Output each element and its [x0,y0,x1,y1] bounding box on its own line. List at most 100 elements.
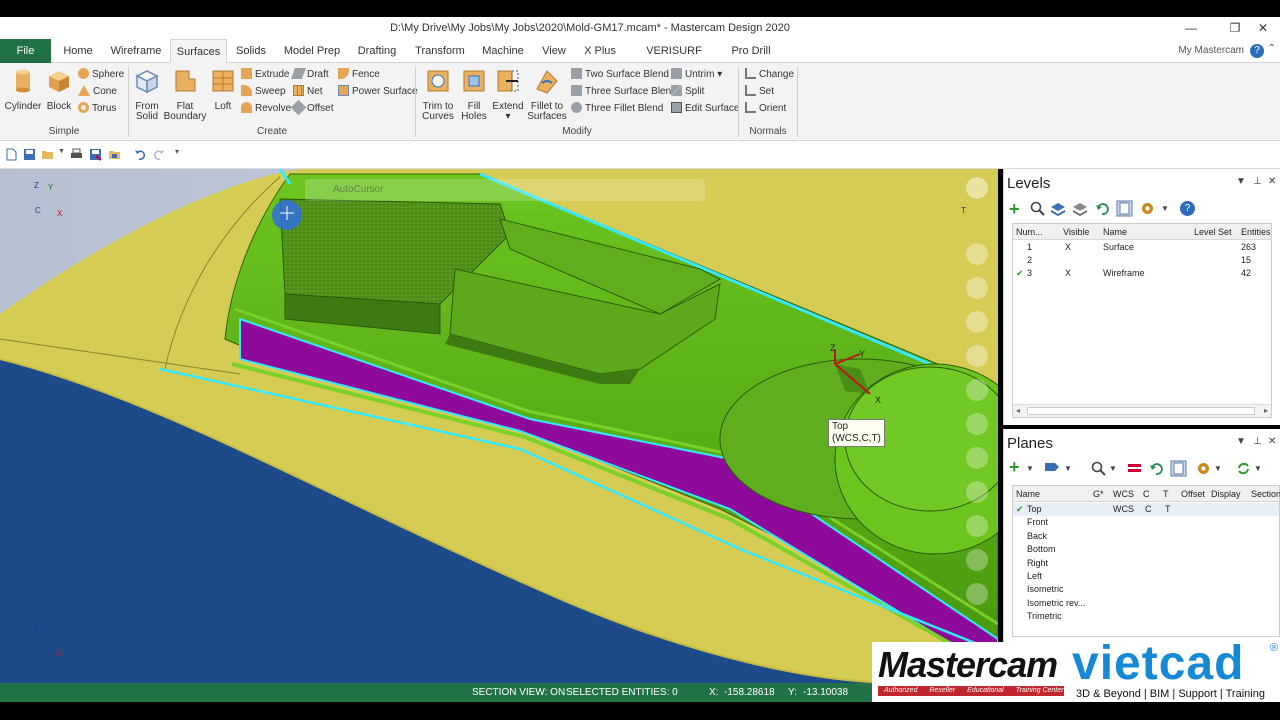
edit-surface-button[interactable]: Edit Surface [671,101,739,117]
set-normals-button[interactable]: Set [745,84,774,100]
split-button[interactable]: Split [671,84,704,100]
table-row[interactable]: 1 X Surface 263 [1013,241,1271,254]
scroll-thumb[interactable] [1027,407,1255,415]
tab-machine[interactable]: Machine [478,39,528,63]
plane-flag-dropdown-icon[interactable]: ▼ [1064,461,1072,477]
reset-level-icon[interactable] [1095,201,1110,216]
fit-icon[interactable] [966,345,988,367]
extrude-button[interactable]: Extrude [241,67,289,83]
plane-flag-icon[interactable] [1044,461,1060,475]
find-plane-icon[interactable] [1091,461,1106,476]
table-row[interactable]: 2 15 [1013,254,1271,267]
tab-x-plus[interactable]: X Plus [582,39,618,63]
tab-wireframe[interactable]: Wireframe [108,39,164,63]
two-surface-blend-button[interactable]: Two Surface Blend [571,67,669,83]
undo-icon[interactable] [134,148,147,161]
add-level-icon[interactable]: + [1009,200,1020,218]
tab-transform[interactable]: Transform [412,39,468,63]
levels-menu-icon[interactable]: ▼ [1236,176,1246,187]
levels-close-icon[interactable]: ✕ [1268,176,1276,187]
save-icon[interactable] [23,148,36,161]
open-dropdown-icon[interactable]: ▼ [58,148,65,155]
fence-button[interactable]: Fence [338,67,380,83]
hidden-lines-icon[interactable] [966,481,988,503]
fill-holes-button[interactable]: Fill Holes [458,67,490,122]
loft-button[interactable]: Loft [208,67,238,112]
table-row[interactable]: ✔ Top WCS C T [1013,503,1279,516]
scroll-right-icon[interactable]: ▸ [1264,406,1268,415]
tab-home[interactable]: Home [56,39,100,63]
ribbon-collapse-icon[interactable]: ⌃ [1268,43,1276,54]
plane-properties-icon[interactable] [1170,460,1187,477]
table-row[interactable]: Isometric rev... [1013,597,1279,610]
sync-icon[interactable] [1236,461,1251,476]
add-plane-icon[interactable]: + [1009,458,1020,476]
tab-surfaces[interactable]: Surfaces [170,39,227,64]
tab-verisurf-tools[interactable]: VERISURF TOOLS [632,39,716,81]
minimize-button[interactable]: — [1176,19,1206,37]
table-row[interactable]: ✔ 3 X Wireframe 42 [1013,267,1271,280]
table-row[interactable]: Back [1013,530,1279,543]
view-orient-icon[interactable] [966,177,988,199]
help-icon[interactable]: ? [1250,44,1264,58]
print-icon[interactable] [70,148,83,161]
change-normals-button[interactable]: Change [745,67,794,83]
equal-plane-icon[interactable] [1127,462,1142,474]
sweep-button[interactable]: Sweep [241,84,286,100]
table-row[interactable]: Bottom [1013,543,1279,556]
sync-dropdown-icon[interactable]: ▼ [1254,461,1262,477]
layers-icon[interactable] [1050,201,1066,217]
revolve-button[interactable]: Revolve [241,101,291,117]
save-as-icon[interactable] [89,148,102,161]
find-plane-dropdown-icon[interactable]: ▼ [1109,461,1117,477]
flat-boundary-button[interactable]: Flat Boundary [163,67,207,122]
settings-gear-icon[interactable] [1140,201,1155,216]
extend-button[interactable]: Extend ▾ [491,67,525,122]
planes-close-icon[interactable]: ✕ [1268,436,1276,447]
reset-plane-icon[interactable] [1149,461,1164,476]
section-view-status[interactable]: SECTION VIEW: ON [472,687,565,698]
trim-to-curves-button[interactable]: Trim to Curves [420,67,456,122]
block-button[interactable]: Block [44,67,74,112]
cylinder-button[interactable]: Cylinder [4,67,42,112]
scroll-left-icon[interactable]: ◂ [1016,406,1020,415]
tab-file[interactable]: File [0,39,51,63]
table-row[interactable]: Isometric [1013,583,1279,596]
backside-icon[interactable] [966,583,988,605]
pan-icon[interactable] [966,311,988,333]
untrim-button[interactable]: Untrim ▾ [671,67,722,83]
cone-button[interactable]: Cone [78,84,117,100]
translucency-icon[interactable] [966,549,988,571]
autocursor-toolbar[interactable]: AutoCursor [305,179,705,201]
add-plane-dropdown-icon[interactable]: ▼ [1026,461,1034,477]
graphics-viewport[interactable]: AutoCursor Z Y C X Z X Z Y X T Top (WCS,… [0,169,998,683]
levels-horizontal-scrollbar[interactable]: ◂ ▸ [1013,404,1271,417]
planes-menu-icon[interactable]: ▼ [1236,436,1246,447]
tab-view[interactable]: View [538,39,570,63]
redo-icon[interactable] [152,148,165,161]
zoom-icon[interactable] [966,243,988,265]
outline-icon[interactable] [966,515,988,537]
power-surface-button[interactable]: Power Surface [338,84,418,100]
fillet-to-surfaces-button[interactable]: Fillet to Surfaces [526,67,568,122]
from-solid-button[interactable]: From Solid [132,67,162,122]
offset-button[interactable]: Offset [290,99,334,117]
torus-button[interactable]: Torus [78,101,116,117]
net-button[interactable]: Net [293,84,323,100]
three-fillet-blend-button[interactable]: Three Fillet Blend [571,101,663,117]
tab-drafting[interactable]: Drafting [354,39,400,63]
level-properties-icon[interactable] [1116,200,1133,217]
planes-pin-icon[interactable]: ⊥ [1253,436,1262,447]
wireframe-icon[interactable] [966,447,988,469]
tab-solids[interactable]: Solids [232,39,270,63]
rotate-icon[interactable] [966,277,988,299]
plane-settings-dropdown-icon[interactable]: ▼ [1214,461,1222,477]
draft-button[interactable]: Draft [290,67,329,83]
sphere-button[interactable]: Sphere [78,67,124,83]
orient-normals-button[interactable]: Orient [745,101,786,117]
new-file-icon[interactable] [5,148,18,161]
settings-dropdown-icon[interactable]: ▼ [1161,201,1169,217]
table-row[interactable]: Left [1013,570,1279,583]
customize-toolbar-icon[interactable]: ▾ [175,147,179,156]
levels-help-icon[interactable]: ? [1180,201,1195,216]
